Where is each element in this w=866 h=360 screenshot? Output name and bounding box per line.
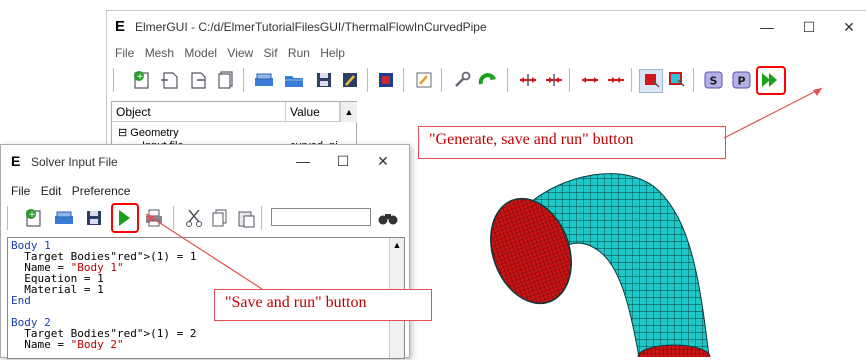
solver-minimize-button[interactable]: —: [283, 149, 323, 173]
toolbar-separator: [403, 68, 407, 92]
divide-icon[interactable]: [579, 69, 601, 91]
menu-help[interactable]: Help: [320, 46, 345, 60]
menu-run[interactable]: Run: [288, 46, 310, 60]
pencil-icon[interactable]: [413, 69, 435, 91]
toolbar-separator: [693, 68, 697, 92]
find-binoculars-icon[interactable]: [377, 207, 399, 229]
tree-scroll-up-icon[interactable]: ▲: [340, 102, 357, 122]
solver-maximize-button[interactable]: ☐: [323, 149, 363, 173]
save-and-run-callout: "Save and run" button: [214, 289, 432, 321]
toolbar-separator: [7, 206, 11, 230]
scroll-up-icon[interactable]: ▲: [390, 238, 404, 252]
toolbar-separator: [507, 68, 511, 92]
save-icon[interactable]: [313, 69, 335, 91]
solver-logo: E: [11, 153, 21, 169]
toolbar-separator: [441, 68, 445, 92]
code-line: End: [11, 294, 31, 307]
menu-view[interactable]: View: [227, 46, 253, 60]
tree-item-geometry[interactable]: ⊟ Geometry: [118, 126, 179, 139]
new-icon[interactable]: [215, 69, 237, 91]
minimize-button[interactable]: —: [747, 15, 787, 39]
find-input[interactable]: [271, 208, 371, 226]
wrench-icon[interactable]: [451, 69, 473, 91]
svg-text:+: +: [28, 210, 36, 220]
select-edge-icon[interactable]: [665, 69, 687, 91]
svg-text:S: S: [710, 75, 718, 88]
solver-close-button[interactable]: ✕: [363, 149, 403, 173]
menu-mesh[interactable]: Mesh: [145, 46, 174, 60]
unite-icon[interactable]: [543, 69, 565, 91]
toolbar-separator: [367, 68, 371, 92]
elmer-logo: E: [115, 18, 126, 35]
save-run-callout-arrow: [145, 213, 263, 290]
save-project-icon[interactable]: [253, 69, 275, 91]
solver-new-icon[interactable]: +: [23, 207, 45, 229]
menu-sif[interactable]: Sif: [264, 46, 278, 60]
tree-header-object[interactable]: Object: [112, 102, 286, 122]
generate-save-run-callout: "Generate, save and run" button: [418, 126, 726, 159]
menu-model[interactable]: Model: [184, 46, 217, 60]
solver-menu-edit[interactable]: Edit: [41, 184, 62, 198]
solver-menubar: File Edit Preference: [11, 184, 137, 204]
svg-text:+: +: [136, 72, 144, 82]
join-icon[interactable]: [605, 69, 627, 91]
solver-save-icon[interactable]: [83, 207, 105, 229]
save-run-button-highlight: [111, 203, 139, 233]
toolbar-separator: [631, 68, 635, 92]
main-window-title: ElmerGUI - C:/d/ElmerTutorialFilesGUI/Th…: [135, 20, 487, 34]
solver-menu-file[interactable]: File: [11, 184, 30, 198]
main-menubar: File Mesh Model View Sif Run Help: [115, 46, 352, 66]
toolbar-separator: [113, 68, 117, 92]
select-surface-icon[interactable]: [639, 69, 663, 93]
maximize-button[interactable]: ☐: [789, 15, 829, 39]
close-button[interactable]: ✕: [829, 15, 866, 39]
tree-header-value[interactable]: Value: [286, 102, 340, 122]
rotate-icon[interactable]: [477, 69, 499, 91]
split-icon[interactable]: [517, 69, 539, 91]
open-file-icon[interactable]: [159, 69, 181, 91]
menu-file[interactable]: File: [115, 46, 134, 60]
generate-callout-arrow: [723, 87, 823, 139]
load-project-icon[interactable]: [187, 69, 209, 91]
solver-menu-preference[interactable]: Preference: [72, 184, 131, 198]
code-line: Name = "Body 2": [11, 338, 124, 351]
main-titlebar: E ElmerGUI - C:/d/ElmerTutorialFilesGUI/…: [107, 11, 866, 43]
toolbar-separator: [243, 68, 247, 92]
toolbar-separator: [569, 68, 573, 92]
open-project-icon[interactable]: [283, 69, 305, 91]
palette-icon[interactable]: [375, 69, 397, 91]
solver-window-title: Solver Input File: [31, 155, 118, 169]
solver-open-icon[interactable]: [53, 207, 75, 229]
open-mesh-icon[interactable]: +: [131, 69, 153, 91]
edit-icon[interactable]: [339, 69, 361, 91]
